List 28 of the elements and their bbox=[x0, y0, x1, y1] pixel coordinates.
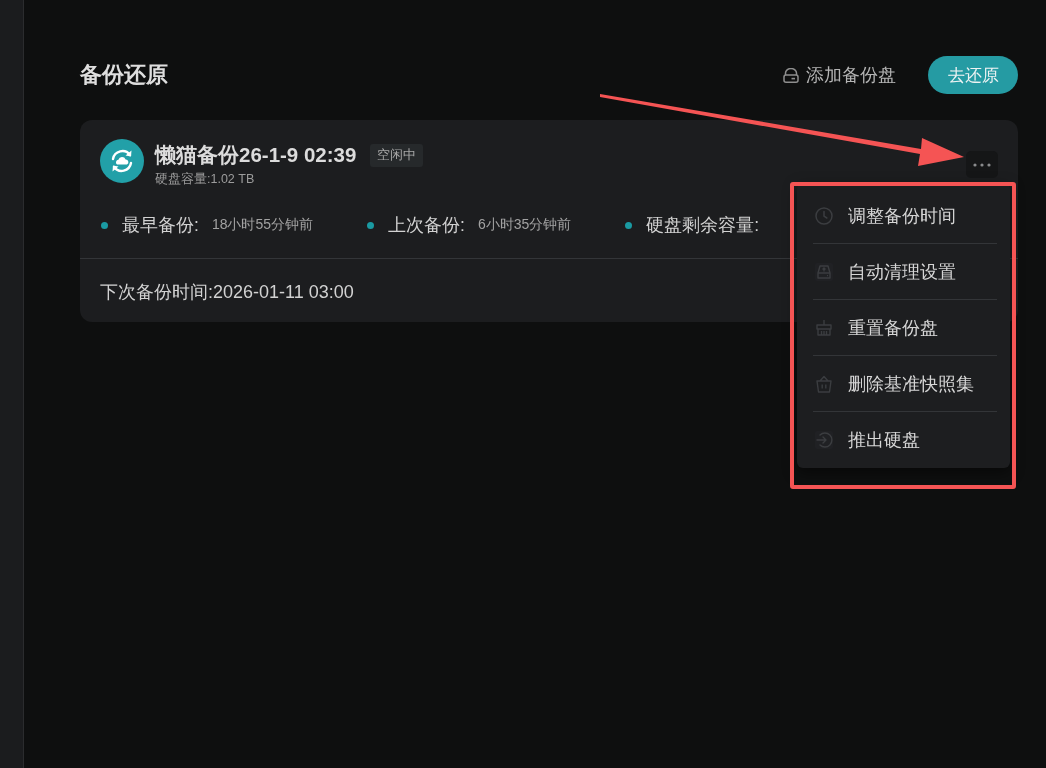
backup-name: 懒猫备份26-1-9 02:39 bbox=[155, 142, 357, 168]
basket-icon bbox=[815, 374, 833, 393]
status-badge: 空闲中 bbox=[370, 143, 424, 167]
sync-icon bbox=[100, 139, 144, 183]
hard-drive-icon bbox=[815, 262, 833, 281]
next-backup-time: 下次备份时间:2026-01-11 03:00 bbox=[100, 281, 354, 304]
exit-arrow-icon bbox=[815, 431, 833, 449]
dot-icon bbox=[101, 221, 108, 229]
menu-item[interactable]: 推出硬盘 bbox=[813, 412, 997, 468]
stat-value: 18小时55分钟前 bbox=[211, 216, 314, 234]
stat-value: 6小时35分钟前 bbox=[477, 216, 572, 234]
page-title: 备份还原 bbox=[80, 61, 168, 89]
dot-icon bbox=[367, 221, 375, 229]
brush-icon bbox=[815, 318, 833, 337]
more-button[interactable] bbox=[966, 151, 998, 178]
disk-capacity: 硬盘容量:1.02 TB bbox=[155, 171, 255, 188]
menu-item[interactable]: 自动清理设置 bbox=[813, 244, 997, 300]
add-disk-link[interactable]: 添加备份盘 bbox=[783, 63, 896, 87]
menu-item[interactable]: 调整备份时间 bbox=[813, 188, 997, 244]
menu-item[interactable]: 删除基准快照集 bbox=[813, 356, 997, 412]
stat-label: 最早备份: bbox=[122, 214, 199, 237]
stat-label: 硬盘剩余容量: bbox=[646, 214, 760, 237]
menu-item[interactable]: 重置备份盘 bbox=[813, 300, 997, 356]
stat-label: 上次备份: bbox=[388, 214, 465, 237]
clock-icon bbox=[815, 206, 833, 225]
lock-icon bbox=[783, 67, 799, 83]
dot-icon bbox=[625, 221, 633, 229]
more-icon bbox=[973, 162, 991, 167]
